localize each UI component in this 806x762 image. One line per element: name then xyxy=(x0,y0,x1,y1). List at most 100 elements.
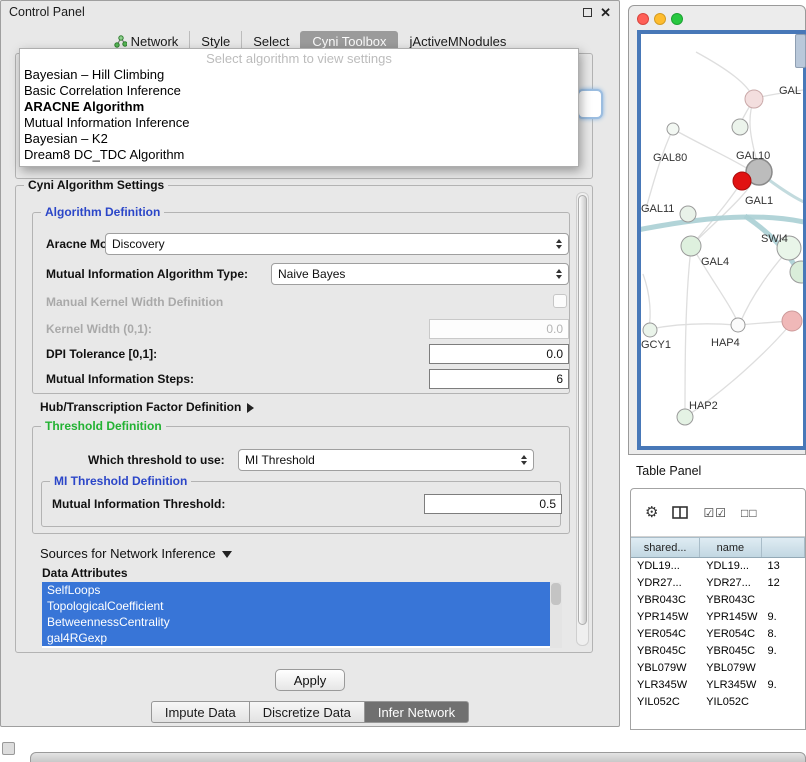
algorithm-option[interactable]: Bayesian – K2 xyxy=(20,131,578,147)
algorithm-option[interactable]: Mutual Information Inference xyxy=(20,115,578,131)
cell: YPR145W xyxy=(631,609,700,626)
cell: YDR27... xyxy=(631,575,700,592)
network-node-gal4 xyxy=(681,236,701,256)
node-label: GAL80 xyxy=(653,152,687,164)
cell: YDR27... xyxy=(700,575,761,592)
node-label: HAP4 xyxy=(711,337,740,349)
table-row[interactable]: YER054C YER054C 8. xyxy=(631,626,805,643)
combo-value: MI Threshold xyxy=(245,453,315,467)
cell: YIL052C xyxy=(700,694,761,711)
sources-section-toggle[interactable]: Sources for Network Inference xyxy=(40,546,232,561)
algorithm-option-selected[interactable]: ARACNE Algorithm xyxy=(20,99,578,115)
dpi-tolerance-field[interactable]: 0.0 xyxy=(429,344,569,364)
gear-icon[interactable]: ⚙ xyxy=(645,505,658,520)
node-label: GAL10 xyxy=(736,150,770,162)
apply-button[interactable]: Apply xyxy=(275,669,345,691)
list-scrollbar[interactable] xyxy=(550,582,562,648)
network-icon xyxy=(114,35,127,48)
group-title: MI Threshold Definition xyxy=(50,474,191,488)
hub-section-toggle[interactable]: Hub/Transcription Factor Definition xyxy=(40,400,254,414)
cell: YDL19... xyxy=(631,558,700,575)
tab-label: Infer Network xyxy=(378,705,455,720)
table-row[interactable]: YBL079W YBL079W xyxy=(631,660,805,677)
mi-steps-field[interactable]: 6 xyxy=(429,369,569,389)
refresh-button-partial[interactable] xyxy=(577,89,603,119)
cell: YER054C xyxy=(631,626,700,643)
collapsed-panel-icon[interactable] xyxy=(2,742,15,755)
mi-type-select[interactable]: Naive Bayes xyxy=(271,263,569,285)
table-row[interactable]: YDR27... YDR27... 12 xyxy=(631,575,805,592)
bottom-panel-bar[interactable] xyxy=(30,752,806,762)
table-toolbar: ⚙ ☑☑ □□ xyxy=(631,489,805,537)
mi-threshold-field[interactable]: 0.5 xyxy=(424,494,562,514)
network-canvas[interactable]: GAL GAL80 GAL10 GAL1 GAL11 SWI4 GAL4 GCY… xyxy=(637,30,806,450)
table-row[interactable]: YPR145W YPR145W 9. xyxy=(631,609,805,626)
table-header: shared... name xyxy=(631,537,805,558)
node-label: GAL xyxy=(779,85,801,97)
deselect-all-icon[interactable]: □□ xyxy=(741,506,758,520)
attribute-item-selected[interactable]: SelfLoops xyxy=(42,582,550,598)
table-row[interactable]: YBR045C YBR045C 9. xyxy=(631,643,805,660)
close-traffic-light-icon[interactable] xyxy=(637,13,649,25)
cell: YPR145W xyxy=(700,609,761,626)
zoom-traffic-light-icon[interactable] xyxy=(671,13,683,25)
which-threshold-select[interactable]: MI Threshold xyxy=(238,449,534,471)
collapsed-arrow-icon xyxy=(247,403,254,413)
tab-label: Style xyxy=(201,34,230,49)
tab-infer-network[interactable]: Infer Network xyxy=(364,701,469,723)
attribute-item-selected[interactable]: BetweennessCentrality xyxy=(42,614,550,630)
tab-impute-data[interactable]: Impute Data xyxy=(151,701,250,723)
cell: 9. xyxy=(761,643,805,660)
table-row[interactable]: YBR043C YBR043C xyxy=(631,592,805,609)
attribute-item-selected[interactable]: gal4RGexp xyxy=(42,630,550,646)
mi-threshold-label: Mutual Information Threshold: xyxy=(52,497,225,511)
manual-kernel-checkbox[interactable] xyxy=(553,294,567,308)
scrollbar-thumb[interactable] xyxy=(551,583,561,605)
threshold-definition-group: Threshold Definition Which threshold to … xyxy=(32,426,570,534)
tab-discretize-data[interactable]: Discretize Data xyxy=(249,701,365,723)
network-graph: GAL GAL80 GAL10 GAL1 GAL11 SWI4 GAL4 GCY… xyxy=(641,34,803,446)
attribute-item-selected[interactable]: TopologicalCoefficient xyxy=(42,598,550,614)
algorithm-option[interactable]: Basic Correlation Inference xyxy=(20,83,578,99)
mi-threshold-group: MI Threshold Definition Mutual Informati… xyxy=(41,481,561,527)
float-window-icon[interactable] xyxy=(583,8,592,17)
which-threshold-label: Which threshold to use: xyxy=(88,453,225,467)
network-scrollbar-thumb[interactable] xyxy=(795,34,806,68)
node-label: GAL4 xyxy=(701,256,729,268)
kernel-width-label: Kernel Width (0,1): xyxy=(46,322,152,336)
cyni-algorithm-settings-group: Cyni Algorithm Settings Algorithm Defini… xyxy=(15,185,593,653)
select-all-icon[interactable]: ☑☑ xyxy=(703,506,727,520)
group-title: Cyni Algorithm Settings xyxy=(24,178,168,192)
cell: YBL079W xyxy=(631,660,700,677)
tab-label: jActiveMNodules xyxy=(410,34,507,49)
minimize-traffic-light-icon[interactable] xyxy=(654,13,666,25)
field-value: 0.0 xyxy=(546,322,563,336)
column-header[interactable] xyxy=(762,538,806,557)
hub-section-label: Hub/Transcription Factor Definition xyxy=(40,400,241,414)
network-node xyxy=(643,323,657,337)
column-header[interactable]: shared... xyxy=(631,538,700,557)
scrollbar-thumb[interactable] xyxy=(578,195,587,625)
column-header[interactable]: name xyxy=(700,538,761,557)
columns-icon[interactable] xyxy=(672,506,689,520)
table-row[interactable]: YDL19... YDL19... 13 xyxy=(631,558,805,575)
table-row[interactable]: YLR345W YLR345W 9. xyxy=(631,677,805,694)
cell: 13 xyxy=(761,558,805,575)
group-title: Algorithm Definition xyxy=(41,205,164,219)
algorithm-option[interactable]: Bayesian – Hill Climbing xyxy=(20,67,578,83)
close-icon[interactable]: ✕ xyxy=(600,6,611,19)
algorithm-option[interactable]: Dream8 DC_TDC Algorithm xyxy=(20,147,578,163)
mi-type-label: Mutual Information Algorithm Type: xyxy=(46,267,248,281)
aracne-mode-select[interactable]: Discovery xyxy=(105,233,569,255)
cell: YBL079W xyxy=(700,660,761,677)
kernel-width-field[interactable]: 0.0 xyxy=(429,319,569,339)
desktop: Control Panel ✕ Network Style xyxy=(0,0,806,762)
dropdown-arrows-icon xyxy=(556,269,562,279)
network-node xyxy=(745,90,763,108)
table-panel: ⚙ ☑☑ □□ shared... name YDL19... YDL19...… xyxy=(630,488,806,730)
window-title: Control Panel xyxy=(9,5,85,19)
table-row[interactable]: YIL052C YIL052C xyxy=(631,694,805,711)
cell: 9. xyxy=(761,609,805,626)
cell: 12 xyxy=(761,575,805,592)
settings-scrollbar[interactable] xyxy=(576,192,589,646)
